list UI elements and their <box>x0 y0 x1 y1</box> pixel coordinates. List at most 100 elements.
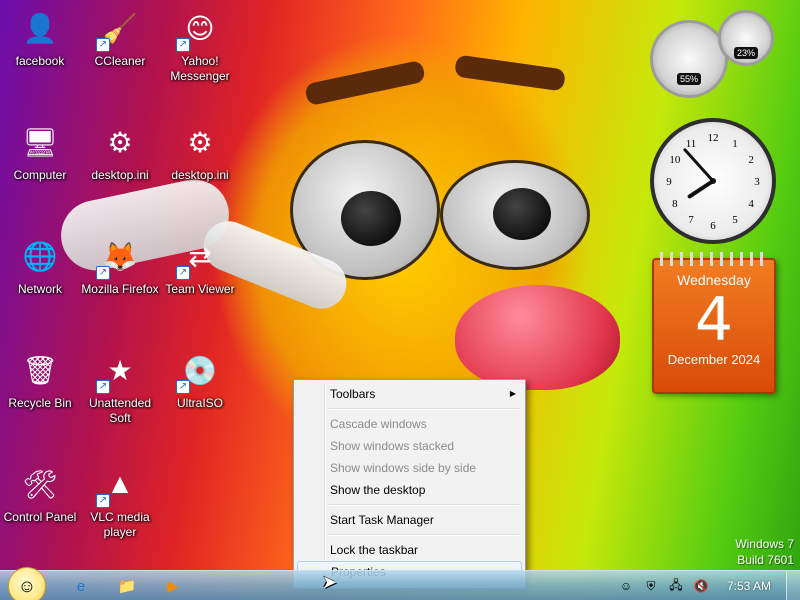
teamviewer-icon: ⇄ ↗ <box>176 234 222 280</box>
clock-numeral: 10 <box>669 154 681 166</box>
desktop-icon-label: Yahoo! Messenger <box>170 54 230 83</box>
calendar-month-year: December 2024 <box>667 352 761 367</box>
clock-numeral: 7 <box>688 214 694 226</box>
desktop-icon-vlc-media-player[interactable]: ▲ ↗ VLC media player <box>80 462 160 540</box>
desktop-icon-label: facebook <box>15 54 65 68</box>
desktop-icon-label: Team Viewer <box>165 282 235 296</box>
taskbar[interactable]: ☺ e 📁 ▶ ☺ ⛨ 🖧 🔇 7:53 AM <box>0 567 800 600</box>
menu-item-toolbars[interactable]: Toolbars ▶ <box>297 383 522 405</box>
desktop-icon-label: desktop.ini <box>171 168 229 182</box>
desktop-icon-recycle-bin[interactable]: 🗑 Recycle Bin <box>0 348 80 411</box>
ini-file-icon: ⚙ <box>187 126 213 158</box>
firefox-icon: 🦊 ↗ <box>96 234 142 280</box>
start-orb-icon[interactable]: ☺ <box>8 567 46 600</box>
smiley-tray-icon[interactable]: ☺ <box>618 578 634 594</box>
windows-explorer-icon[interactable]: 📁 <box>110 574 144 598</box>
clock-numeral: 11 <box>686 138 697 150</box>
menu-item-label: Show windows stacked <box>330 439 455 453</box>
desktop-icon-control-panel[interactable]: 🛠 Control Panel <box>0 462 80 525</box>
mouse-cursor-icon: ➤ <box>322 572 338 592</box>
shortcut-arrow-icon: ↗ <box>96 38 110 52</box>
calendar-day-number: 4 <box>694 285 734 355</box>
calendar-rings <box>660 252 768 266</box>
memory-percent: 23% <box>733 47 759 59</box>
submenu-arrow-icon: ▶ <box>509 389 516 398</box>
shortcut-arrow-icon: ↗ <box>176 38 190 52</box>
desktop-icon-label: desktop.ini <box>91 168 149 182</box>
security-shield-tray-icon[interactable]: ⛨ <box>643 578 659 594</box>
desktop-icon-label: Recycle Bin <box>8 396 72 410</box>
shortcut-arrow-icon: ↗ <box>176 380 190 394</box>
shortcut-arrow-icon: ↗ <box>96 380 110 394</box>
yahoo-messenger-icon: 😊 ↗ <box>176 6 222 52</box>
desktop-icon-label: Network <box>17 282 62 296</box>
clock-gadget[interactable]: 1 2 3 4 5 6 7 8 9 10 11 12 <box>650 118 776 244</box>
desktop-icon-label: Unattended Soft <box>88 396 152 425</box>
desktop-icon-label: Control Panel <box>3 510 77 524</box>
smiley-eye-right <box>440 160 590 270</box>
volume-muted-tray-icon[interactable]: 🔇 <box>693 578 709 594</box>
clock-numeral: 12 <box>708 132 719 144</box>
desktop-icon-ccleaner[interactable]: 🧹 ↗ CCleaner <box>80 6 160 69</box>
smiley-tongue <box>455 285 620 390</box>
menu-item-start-task-manager[interactable]: Start Task Manager <box>297 509 522 531</box>
clock-numeral: 5 <box>732 214 738 226</box>
desktop-icon-label: CCleaner <box>94 54 146 68</box>
desktop-icon-label: UltraISO <box>176 396 223 410</box>
desktop-icon-mozilla-firefox[interactable]: 🦊 ↗ Mozilla Firefox <box>80 234 160 297</box>
desktop-icon-ultraiso[interactable]: 💿 ↗ UltraISO <box>160 348 240 411</box>
menu-item-label: Start Task Manager <box>330 513 434 527</box>
show-desktop-button[interactable] <box>786 571 800 600</box>
menu-item-label: Toolbars <box>330 387 376 401</box>
menu-item-lock-taskbar[interactable]: Lock the taskbar <box>297 539 522 561</box>
menu-item-label: Lock the taskbar <box>330 543 419 557</box>
smiley-eyebrow-left <box>304 59 426 107</box>
clock-numeral: 9 <box>666 176 672 188</box>
menu-item-label: Show windows side by side <box>330 461 477 475</box>
desktop-icon-facebook[interactable]: 👤 facebook <box>0 6 80 69</box>
desktop-icon-label: Computer <box>13 168 67 182</box>
menu-item-show-windows-side-by-side[interactable]: Show windows side by side <box>297 457 522 479</box>
watermark-os: Windows 7 <box>735 537 794 551</box>
desktop-icon-team-viewer[interactable]: ⇄ ↗ Team Viewer <box>160 234 240 297</box>
clock-numeral: 3 <box>754 176 760 188</box>
ccleaner-icon: 🧹 ↗ <box>96 6 142 52</box>
menu-item-cascade-windows[interactable]: Cascade windows <box>297 413 522 435</box>
menu-item-show-windows-stacked[interactable]: Show windows stacked <box>297 435 522 457</box>
desktop-icon-label: Mozilla Firefox <box>81 282 159 296</box>
desktop-icon-computer[interactable]: 🖥 Computer <box>0 120 80 183</box>
tray-clock[interactable]: 7:53 AM <box>720 571 778 600</box>
menu-separator <box>327 531 522 539</box>
network-icon: 🌐 <box>22 240 58 272</box>
smiley-eyebrow-right <box>454 54 566 92</box>
calendar-gadget[interactable]: Wednesday 4 December 2024 <box>652 252 776 394</box>
cpu-meter-gadget[interactable]: 55% 23% <box>650 10 775 102</box>
cpu-percent: 55% <box>676 73 702 85</box>
shortcut-arrow-icon: ↗ <box>96 266 110 280</box>
desktop-icon-unattended-soft[interactable]: ★ ↗ Unattended Soft <box>80 348 160 426</box>
internet-explorer-icon[interactable]: e <box>64 574 98 598</box>
menu-item-show-desktop[interactable]: Show the desktop <box>297 479 522 501</box>
menu-separator <box>327 501 522 509</box>
desktop-icon-yahoo-messenger[interactable]: 😊 ↗ Yahoo! Messenger <box>160 6 240 84</box>
vlc-cone-icon: ▲ ↗ <box>96 462 142 508</box>
recycle-bin-icon: 🗑 <box>22 354 58 386</box>
star-icon: ★ ↗ <box>96 348 142 394</box>
menu-item-label: Show the desktop <box>330 483 426 497</box>
menu-separator <box>327 405 522 413</box>
disc-icon: 💿 ↗ <box>176 348 222 394</box>
media-player-icon[interactable]: ▶ <box>156 574 190 598</box>
clock-numeral: 1 <box>732 138 738 150</box>
desktop-icon-desktop-ini[interactable]: ⚙ desktop.ini <box>80 120 160 183</box>
cpu-dial: 55% <box>650 20 728 98</box>
ini-file-icon: ⚙ <box>107 126 133 158</box>
desktop-icon-label: VLC media player <box>90 510 150 539</box>
desktop-icon-desktop-ini[interactable]: ⚙ desktop.ini <box>160 120 240 183</box>
clock-numeral: 6 <box>710 220 716 232</box>
clock-numeral: 4 <box>748 198 754 210</box>
shortcut-arrow-icon: ↗ <box>176 266 190 280</box>
facebook-user-icon: 👤 <box>22 12 58 44</box>
windows-build-watermark: Windows 7 Build 7601 <box>735 536 794 568</box>
network-tray-icon[interactable]: 🖧 <box>668 578 684 594</box>
desktop-icon-network[interactable]: 🌐 Network <box>0 234 80 297</box>
